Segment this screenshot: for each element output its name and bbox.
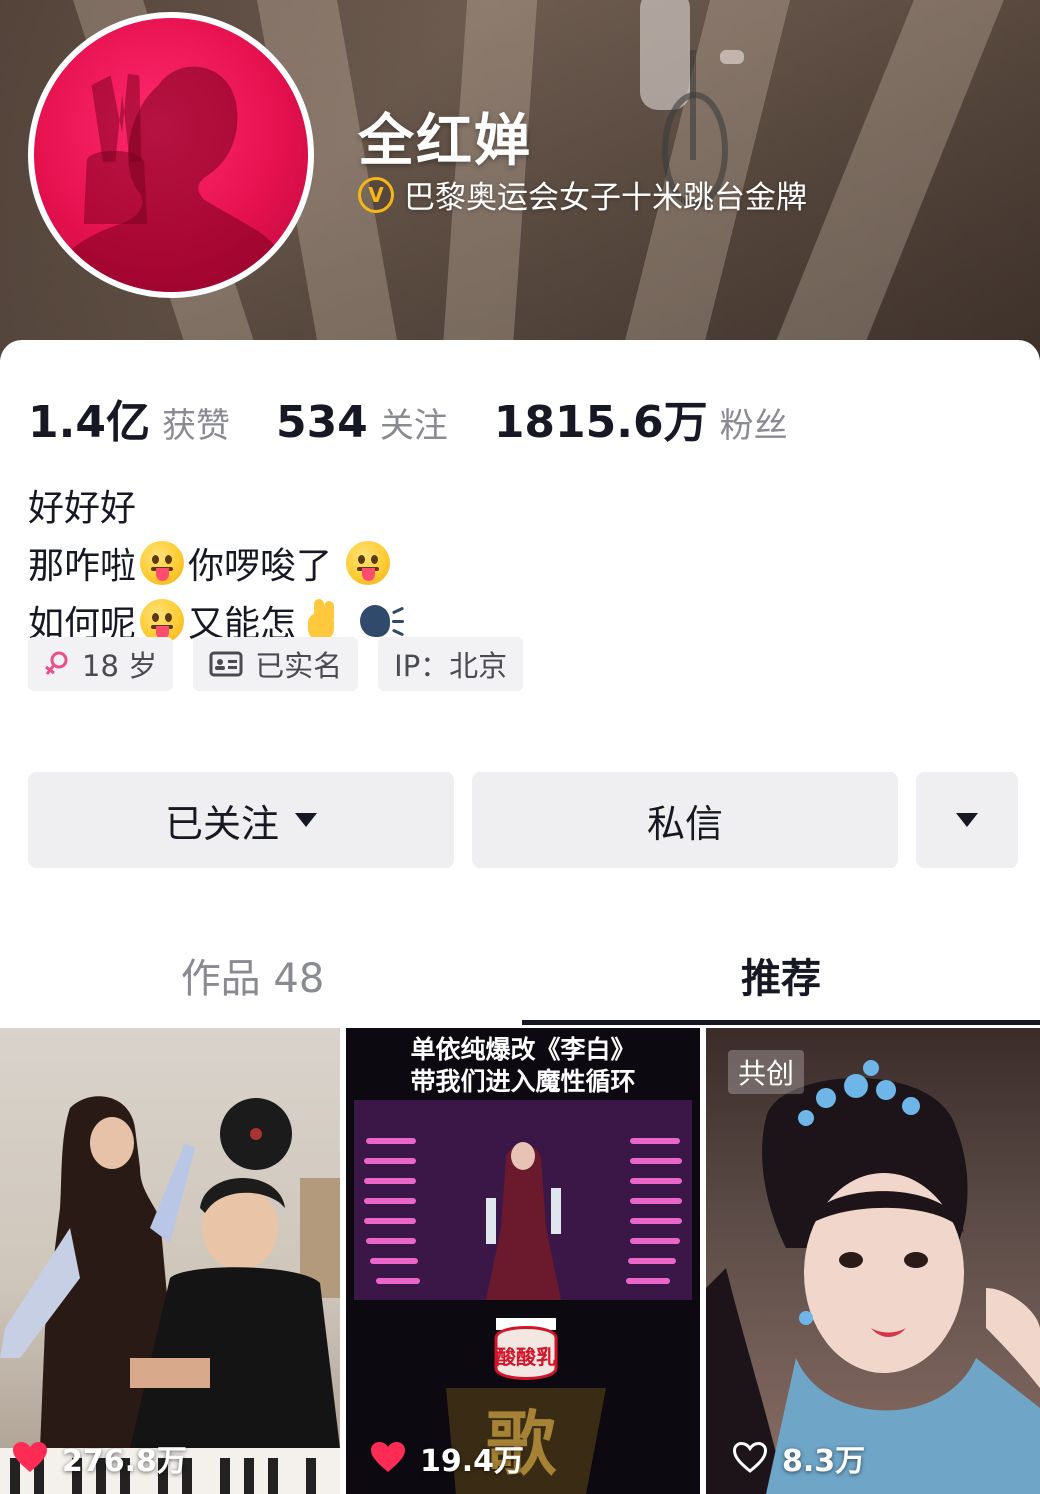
- tag-realname: 已实名: [193, 637, 359, 691]
- bio-line: 那咋啦 你啰唆了: [28, 534, 406, 592]
- stat-label: 粉丝: [719, 406, 788, 446]
- bio: 好好好 那咋啦 你啰唆了 如何呢 又能怎: [28, 476, 406, 650]
- caret-down-icon: [956, 813, 978, 827]
- stat-value: 1815.6万: [493, 397, 708, 448]
- tab-works[interactable]: 作品 48: [0, 930, 505, 1020]
- stat-value: 534: [275, 397, 368, 448]
- heart-filled-icon: [370, 1442, 406, 1474]
- female-gender-icon: [44, 650, 70, 678]
- id-card-icon: [209, 651, 243, 677]
- stat-likes[interactable]: 1.4亿 获赞: [28, 386, 230, 450]
- stats-row: 1.4亿 获赞 534 关注 1815.6万 粉丝: [28, 386, 834, 450]
- zany-face-emoji-icon: [140, 541, 185, 585]
- tag-realname-text: 已实名: [255, 649, 343, 683]
- heart-outline-icon: [732, 1442, 768, 1474]
- video-title: 单依纯爆改《李白》 带我们进入魔性循环: [346, 1034, 700, 1098]
- avatar[interactable]: [28, 12, 314, 298]
- followed-button[interactable]: 已关注: [28, 772, 454, 868]
- followed-button-label: 已关注: [164, 801, 279, 846]
- verification-text: 巴黎奥运会女子十米跳台金牌: [404, 180, 807, 216]
- tongue-out-emoji-icon: [346, 541, 391, 585]
- heart-filled-icon: [12, 1442, 48, 1474]
- profile-card: 1.4亿 获赞 534 关注 1815.6万 粉丝 好好好 那咋啦 你啰唆了 如…: [0, 340, 1040, 1494]
- caret-down-icon: [295, 813, 317, 827]
- bio-text: 好好好: [28, 488, 137, 529]
- bio-text: 你啰唆了: [188, 546, 333, 587]
- stat-following[interactable]: 534 关注: [276, 397, 448, 448]
- svg-text:酸酸乳: 酸酸乳: [496, 1345, 556, 1369]
- video-title-line: 单依纯爆改《李白》: [410, 1035, 636, 1064]
- stat-label: 获赞: [161, 406, 230, 446]
- video-likes-count: 8.3万: [782, 1444, 866, 1479]
- video-likes: 19.4万: [370, 1436, 524, 1480]
- cocreate-badge: 共创: [728, 1050, 805, 1094]
- tag-ip-text: IP：北京: [394, 649, 508, 683]
- bio-line: 好好好: [28, 476, 406, 534]
- video-grid: 276.8万 酸酸乳 歌 单依纯爆改《李白》 带我们进入魔性循环 19.4万 共…: [0, 1028, 1040, 1494]
- tab-recommend[interactable]: 推荐: [522, 930, 1040, 1020]
- video-likes: 276.8万: [12, 1436, 187, 1480]
- content-tabs: 作品 48 推荐: [0, 930, 1040, 1026]
- profile-tags: 18 岁 已实名 IP：北京: [28, 637, 543, 691]
- avatar-silhouette-image: [43, 66, 298, 292]
- speaking-head-emoji-icon: [360, 601, 406, 641]
- video-thumbnail-image: [706, 1060, 1040, 1494]
- tag-ip: IP：北京: [378, 637, 524, 691]
- tag-age: 18 岁: [28, 637, 174, 691]
- video-likes: 8.3万: [732, 1436, 865, 1480]
- verification-row: V 巴黎奥运会女子十米跳台金牌: [358, 172, 807, 217]
- profile-header: 全红婵 V 巴黎奥运会女子十米跳台金牌: [0, 0, 1040, 360]
- active-tab-indicator: [522, 1020, 1040, 1025]
- more-options-button[interactable]: [916, 772, 1018, 868]
- bio-text: 那咋啦: [28, 546, 137, 587]
- video-tile[interactable]: 共创 8.3万: [706, 1028, 1040, 1494]
- video-title-line: 带我们进入魔性循环: [410, 1067, 636, 1096]
- username: 全红婵: [358, 109, 532, 174]
- video-likes-count: 276.8万: [62, 1444, 187, 1479]
- tag-age-text: 18 岁: [82, 649, 158, 683]
- verified-badge-icon: V: [358, 176, 394, 213]
- video-tile[interactable]: 276.8万: [0, 1028, 340, 1494]
- message-button[interactable]: 私信: [472, 772, 898, 868]
- video-thumbnail-image: [0, 1096, 340, 1494]
- stat-label: 关注: [379, 406, 448, 446]
- video-likes-count: 19.4万: [420, 1444, 525, 1479]
- message-button-label: 私信: [646, 801, 723, 846]
- stat-value: 1.4亿: [28, 397, 150, 448]
- video-tile[interactable]: 酸酸乳 歌 单依纯爆改《李白》 带我们进入魔性循环 19.4万: [346, 1028, 700, 1494]
- stat-followers[interactable]: 1815.6万 粉丝: [494, 386, 788, 450]
